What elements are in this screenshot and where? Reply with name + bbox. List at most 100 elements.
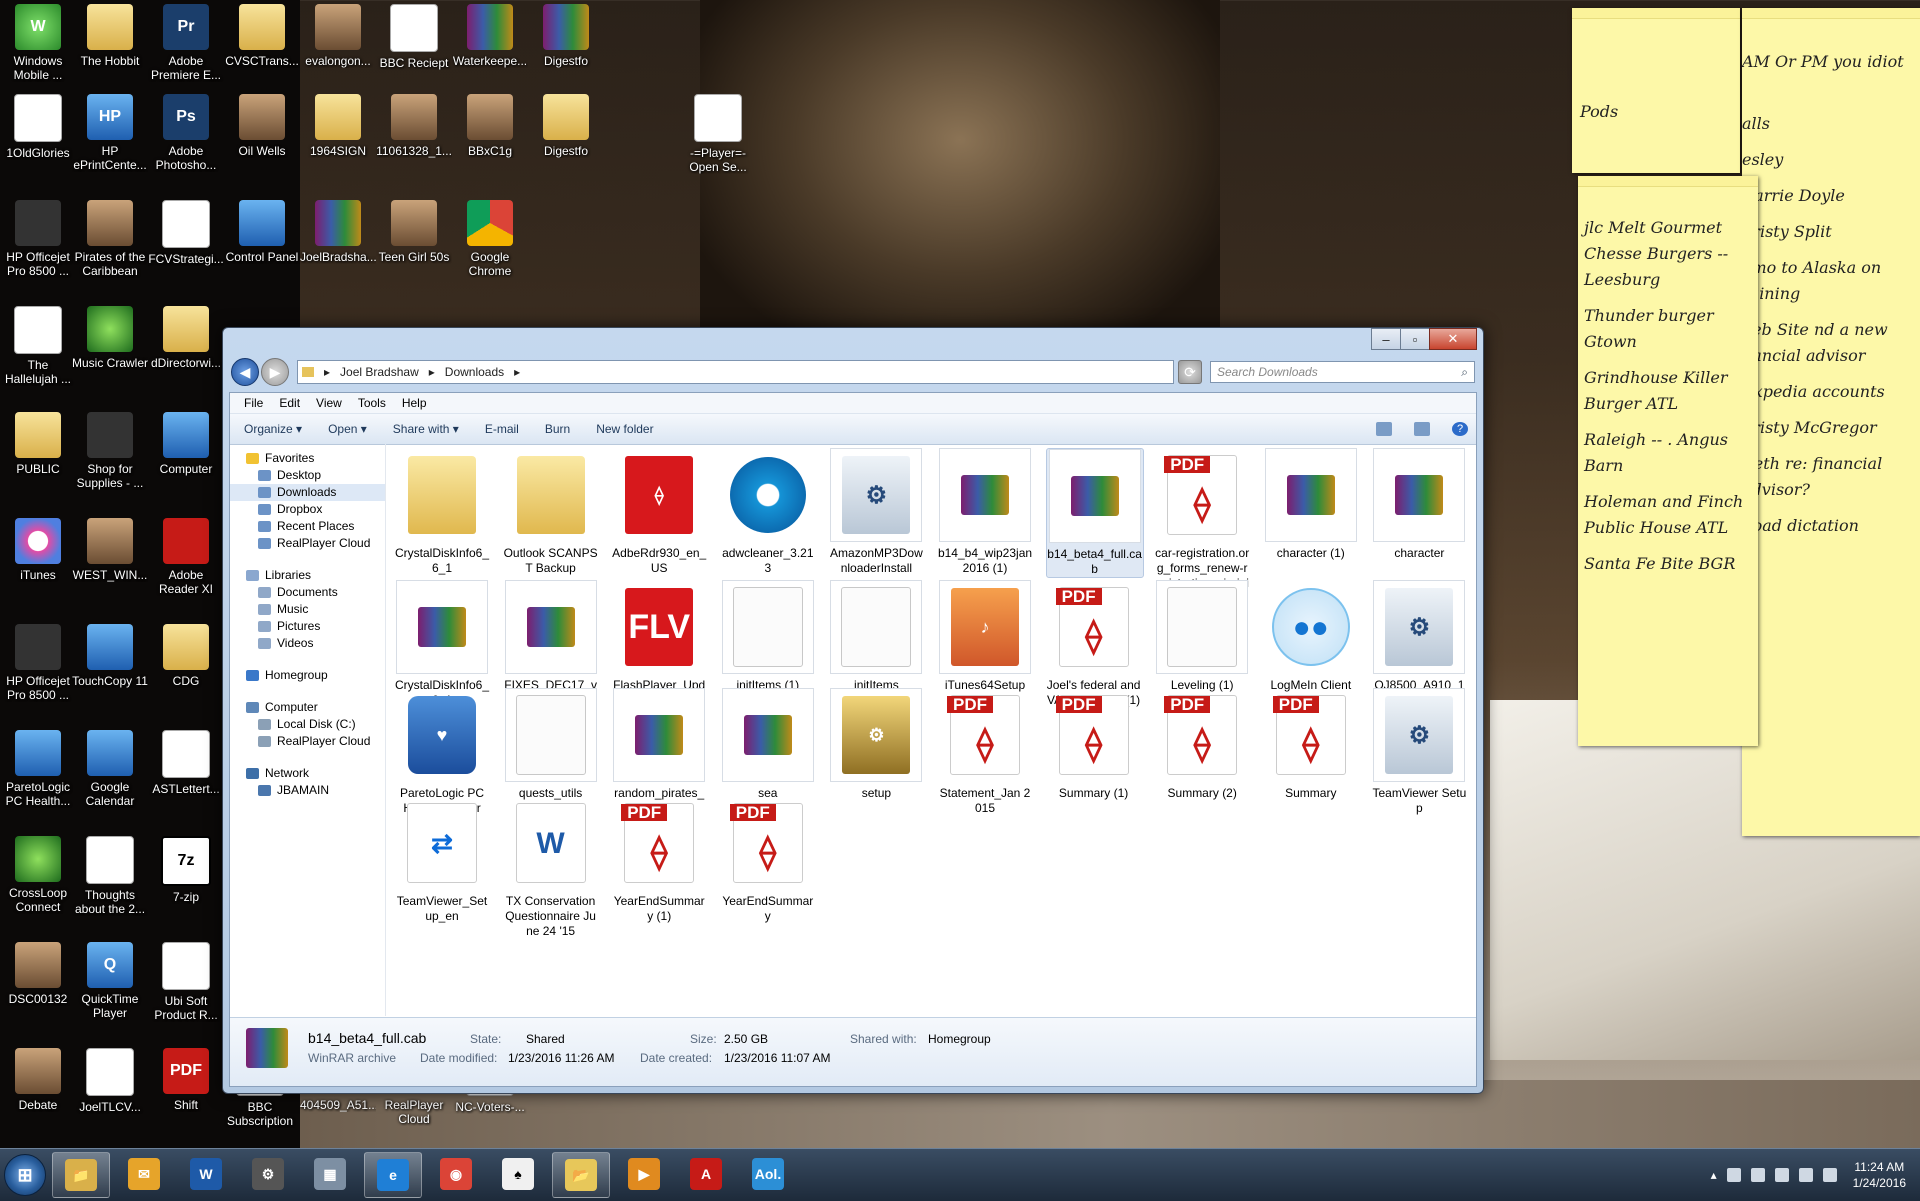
desktop-icon[interactable]: -=Player=- Open Se... [680,90,756,186]
desktop-icon[interactable]: evalongon... [300,0,376,96]
file-item[interactable]: character (1) [1263,448,1359,576]
file-item[interactable]: ⚙ setup [828,688,924,816]
nav-item[interactable]: RealPlayer Cloud [230,733,385,750]
taskbar-internet-explorer-button[interactable]: e [364,1152,422,1198]
desktop-icon[interactable]: dDirectorwi... [148,302,224,398]
change-view-icon[interactable] [1376,422,1392,436]
desktop-icon[interactable]: JoelBradsha... [300,196,376,292]
search-input[interactable]: Search Downloads ⌕ [1210,361,1475,383]
taskbar-explorer-button[interactable]: 📁 [52,1152,110,1198]
desktop-icon[interactable]: Ps Adobe Photosho... [148,90,224,186]
help-icon[interactable]: ? [1452,422,1468,436]
nav-item[interactable]: Dropbox [230,501,385,518]
nav-homegroup[interactable]: Homegroup [230,667,385,684]
nav-item[interactable]: Downloads [230,484,385,501]
flag-icon[interactable] [1798,1168,1813,1182]
desktop-icon[interactable]: CrossLoop Connect [0,832,76,928]
taskbar-folder-button[interactable]: 📂 [552,1152,610,1198]
taskbar-word-button[interactable]: W [178,1152,234,1196]
desktop-icon[interactable]: BBxC1g [452,90,528,186]
menu-tools[interactable]: Tools [358,396,386,410]
file-item[interactable]: ⚙ AmazonMP3DownloaderInstall [828,448,924,576]
desktop-icon[interactable]: Q QuickTime Player [72,938,148,1034]
desktop-icon[interactable]: Music Crawler [72,302,148,398]
sticky-note-right[interactable]: AM Or PM you idiot alls esley Carrie Doyle… [1742,8,1920,836]
taskbar-media-button[interactable]: ▶ [616,1152,672,1196]
sticky-note-burgers[interactable]: jlc Melt Gourmet Chesse Burgers -- Leesb… [1578,176,1758,746]
nav-item[interactable]: Videos [230,635,385,652]
start-button[interactable]: ⊞ [4,1154,46,1196]
desktop-icon[interactable]: HP HP ePrintCente... [72,90,148,186]
desktop-icon[interactable]: 11061328_1... [376,90,452,186]
desktop-icon[interactable]: Debate [0,1044,76,1140]
open-button[interactable]: Open ▾ [328,422,367,436]
forward-button[interactable]: ▶ [261,358,289,386]
taskbar-aol-button[interactable]: Aol. [740,1152,796,1196]
desktop-icon[interactable]: The Hobbit [72,0,148,96]
file-item[interactable]: b14_beta4_full.cab [1045,448,1144,578]
file-item[interactable]: Outlook SCANPST Backup [503,448,599,576]
desktop-icon[interactable]: CVSCTrans... [224,0,300,96]
desktop-icon[interactable]: Ubi Soft Product R... [148,938,224,1034]
desktop-icon[interactable]: Oil Wells [224,90,300,186]
desktop-icon[interactable]: Digestfo [528,90,604,186]
taskbar-chrome-button[interactable]: ◉ [428,1152,484,1196]
desktop-icon[interactable]: Shop for Supplies - ... [72,408,148,504]
close-button[interactable]: ✕ [1429,328,1477,350]
desktop-icon[interactable]: PUBLIC [0,408,76,504]
menu-file[interactable]: File [244,396,263,410]
display-icon[interactable] [1774,1168,1789,1182]
nav-computer[interactable]: Computer [230,699,385,716]
burn-button[interactable]: Burn [545,422,570,436]
nav-network[interactable]: Network [230,765,385,782]
desktop-icon[interactable]: WEST_WIN... [72,514,148,610]
file-item[interactable]: CrystalDiskInfo6_6_1 [394,448,490,576]
nav-item[interactable]: Recent Places [230,518,385,535]
desktop-icon[interactable]: DSC00132 [0,938,76,1034]
file-item[interactable]: PDF ⟠ Statement_Jan 2015 [937,688,1033,816]
desktop-icon[interactable]: Adobe Reader XI [148,514,224,610]
desktop-icon[interactable]: BBC Reciept [376,0,452,96]
taskbar-calculator-button[interactable]: ▦ [302,1152,358,1196]
desktop-icon[interactable]: 1OldGlories [0,90,76,186]
back-button[interactable]: ◀ [231,358,259,386]
nav-item[interactable]: RealPlayer Cloud [230,535,385,552]
sticky-note-pods[interactable]: Pods [1572,8,1740,173]
nav-favorites[interactable]: Favorites [230,450,385,467]
network-icon[interactable] [1750,1168,1765,1182]
menu-help[interactable]: Help [402,396,427,410]
nav-item[interactable]: Music [230,601,385,618]
desktop-icon[interactable]: Google Calendar [72,726,148,822]
file-item[interactable]: PDF ⟠ Summary (1) [1046,688,1142,816]
file-item[interactable]: ⚙ TeamViewer Setup [1371,688,1467,816]
new-folder-button[interactable]: New folder [596,422,653,436]
taskbar-solitaire-button[interactable]: ♠ [490,1152,546,1196]
minimize-button[interactable]: – [1371,328,1401,350]
volume-icon[interactable] [1822,1168,1837,1182]
desktop-icon[interactable]: Google Chrome [452,196,528,292]
clock[interactable]: 11:24 AM 1/24/2016 [1853,1159,1906,1191]
file-item[interactable]: PDF ⟠ YearEndSummary [720,796,816,924]
explorer-window[interactable]: – ▫ ✕ ◀ ▶ ▸ Joel Bradshaw ▸ Downloads ▸ … [222,327,1484,1094]
desktop-icon[interactable]: HP Officejet Pro 8500 ... [0,620,76,716]
desktop-icon[interactable]: W Windows Mobile ... [0,0,76,96]
file-item[interactable]: W TX Conservation Questionnaire June 24 '… [503,796,599,938]
file-item[interactable]: b14_b4_wip23jan2016 (1) [937,448,1033,576]
file-item[interactable]: PDF ⟠ Summary (2) [1154,688,1250,816]
taskbar-settings-button[interactable]: ⚙ [240,1152,296,1196]
desktop-icon[interactable]: Waterkeepe... [452,0,528,96]
nav-item[interactable]: Pictures [230,618,385,635]
file-item[interactable]: PDF ⟠ Summary [1263,688,1359,816]
desktop-icon[interactable]: iTunes [0,514,76,610]
nav-item[interactable]: Documents [230,584,385,601]
taskbar-acrobat-button[interactable]: A [678,1152,734,1196]
breadcrumb[interactable]: ▸ Joel Bradshaw ▸ Downloads ▸ [297,360,1174,384]
show-hidden-icons-icon[interactable]: ▴ [1711,1168,1717,1182]
desktop-icon[interactable]: 7z 7-zip [148,832,224,928]
maximize-button[interactable]: ▫ [1400,328,1430,350]
nav-libraries[interactable]: Libraries [230,567,385,584]
desktop-icon[interactable]: Thoughts about the 2... [72,832,148,928]
desktop-icon[interactable]: JoelTLCV... [72,1044,148,1140]
preview-pane-icon[interactable] [1414,422,1430,436]
nav-item[interactable]: JBAMAIN [230,782,385,799]
